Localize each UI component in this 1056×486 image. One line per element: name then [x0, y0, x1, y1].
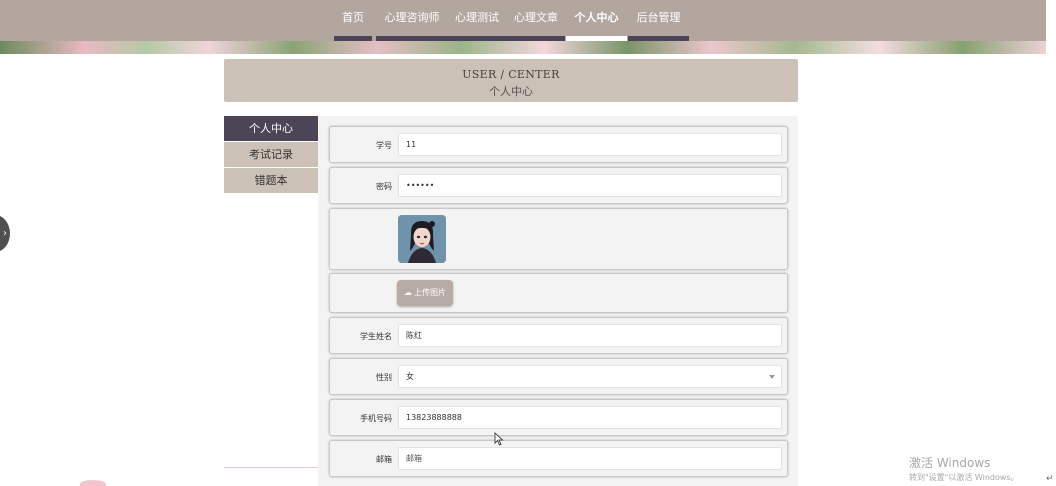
form-row-gender: 性别 女	[329, 358, 788, 395]
name-input[interactable]: 陈红	[398, 324, 782, 347]
page-root: 首页 心理咨询师 心理测试 心理文章 个人中心 后台管理 USER / CENT…	[0, 0, 1056, 486]
form-row-phone: 手机号码 13823888888	[329, 399, 788, 436]
form-row-student-id: 学号 11	[329, 126, 788, 163]
student-id-label: 学号	[376, 141, 392, 150]
chevron-down-icon	[769, 375, 775, 379]
form-row-email: 邮箱 邮箱	[329, 440, 788, 477]
nav-item-counselor[interactable]: 心理咨询师	[377, 0, 447, 36]
nav-item-home[interactable]: 首页	[334, 0, 372, 36]
right-margin	[1046, 0, 1056, 486]
nav-item-psych-test[interactable]: 心理测试	[448, 0, 506, 36]
phone-label: 手机号码	[360, 414, 392, 423]
upload-image-button[interactable]: ☁ 上传图片	[397, 280, 453, 306]
side-item-wrong-questions[interactable]: 错题本	[224, 168, 318, 193]
email-label: 邮箱	[376, 455, 392, 464]
mouse-cursor-icon	[494, 432, 504, 446]
form-row-password: 密码 ••••••	[329, 167, 788, 204]
name-label: 学生姓名	[360, 332, 392, 341]
gender-label: 性别	[376, 373, 392, 382]
avatar[interactable]	[398, 215, 446, 263]
heading-chinese: 个人中心	[489, 85, 533, 98]
phone-input[interactable]: 13823888888	[398, 406, 782, 429]
student-id-input[interactable]: 11	[398, 133, 782, 156]
cloud-upload-icon: ☁	[404, 288, 412, 297]
gender-select-value: 女	[406, 372, 414, 381]
floating-side-button[interactable]: ›	[0, 215, 10, 252]
watermark-title: 激活 Windows	[909, 456, 991, 470]
form-row-upload: ☁ 上传图片	[329, 273, 788, 313]
heading-english: USER / CENTER	[462, 68, 560, 81]
side-menu: 个人中心 考试记录 错题本	[224, 116, 318, 468]
password-input[interactable]: ••••••	[398, 174, 782, 197]
section-heading: USER / CENTER 个人中心	[224, 59, 798, 102]
upload-button-label: 上传图片	[414, 288, 446, 297]
password-label: 密码	[376, 182, 392, 191]
avatar-image	[398, 215, 446, 263]
side-item-exam-records[interactable]: 考试记录	[224, 142, 318, 167]
decorative-flower	[80, 480, 106, 486]
email-input[interactable]: 邮箱	[398, 447, 782, 470]
form-row-avatar	[329, 208, 788, 270]
flower-banner	[0, 41, 1046, 54]
watermark-subtitle: 转到"设置"以激活 Windows。	[909, 473, 1019, 482]
top-navbar: 首页 心理咨询师 心理测试 心理文章 个人中心 后台管理	[0, 0, 1046, 41]
nav-item-admin[interactable]: 后台管理	[628, 0, 689, 36]
nav-item-articles[interactable]: 心理文章	[507, 0, 565, 36]
chevron-right-icon: ›	[3, 228, 7, 239]
side-item-personal-center[interactable]: 个人中心	[224, 116, 318, 141]
return-mark-icon: ↵	[1046, 474, 1054, 484]
nav-item-personal-center[interactable]: 个人中心	[566, 0, 627, 36]
gender-select[interactable]: 女	[398, 365, 782, 388]
form-row-name: 学生姓名 陈红	[329, 317, 788, 354]
windows-activation-watermark: 激活 Windows 转到"设置"以激活 Windows。	[909, 454, 1019, 483]
